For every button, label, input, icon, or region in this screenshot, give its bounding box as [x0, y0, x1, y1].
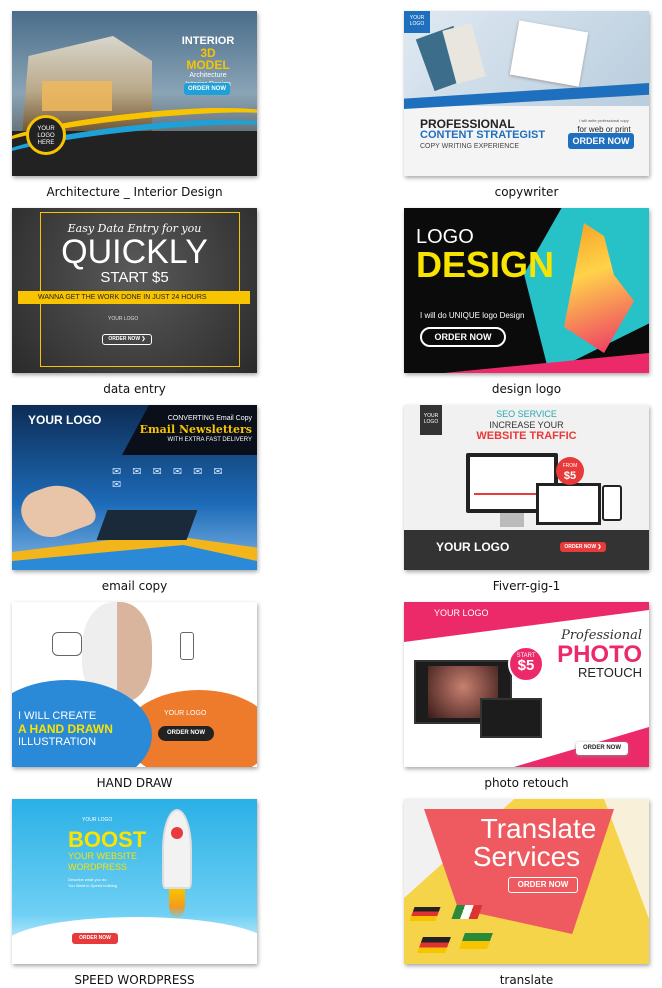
- thumb-order-button: ORDER NOW: [576, 742, 628, 755]
- file-item-design-logo[interactable]: LOGO DESIGN I will do UNIQUE logo Design…: [404, 208, 649, 396]
- file-name: email copy: [101, 579, 168, 593]
- thumbnail-translate: Translate Services ORDER NOW: [404, 799, 649, 964]
- flag-icon: [417, 937, 451, 953]
- thumb-line: WEBSITE TRAFFIC: [476, 430, 577, 442]
- cloud-shape: [12, 917, 257, 964]
- thumb-headline: Translate: [480, 813, 597, 844]
- thumbnail-design-logo: LOGO DESIGN I will do UNIQUE logo Design…: [404, 208, 649, 373]
- price-badge: FROM $5: [556, 457, 584, 485]
- envelope-icons: ✉ ✉ ✉ ✉ ✉ ✉ ✉: [112, 466, 227, 491]
- thumb-word: DESIGN: [416, 244, 555, 285]
- yellow-band: WANNA GET THE WORK DONE IN JUST 24 HOURS: [18, 291, 250, 304]
- thumb-small-text: I will write professional copy: [579, 118, 629, 123]
- file-item-hand-draw[interactable]: I WILL CREATE A HAND DRAWN ILLUSTRATION …: [12, 602, 257, 790]
- badge-price: $5: [517, 657, 535, 674]
- thumb-order-button: ORDER NOW: [184, 83, 230, 95]
- thumbnail-photo-retouch: YOUR LOGO START $5 Professional PHOTO RE…: [404, 602, 649, 767]
- thumb-line: RETOUCH: [577, 665, 642, 680]
- thumb-logo: YOUR LOGO: [28, 413, 102, 427]
- file-item-photo-retouch[interactable]: YOUR LOGO START $5 Professional PHOTO RE…: [404, 602, 649, 790]
- file-item-data-entry[interactable]: Easy Data Entry for you QUICKLY START $5…: [12, 208, 257, 396]
- phone-image: [602, 485, 622, 521]
- file-item-speed-wordpress[interactable]: YOUR LOGO BOOST YOUR WEBSITE WORDPRESS D…: [12, 799, 257, 987]
- thumbnail-fiverr-gig: YOUR LOGO SEO SERVICE INCREASE YOUR WEBS…: [404, 405, 649, 570]
- thumb-line: WITH EXTRA FAST DELIVERY: [167, 437, 252, 443]
- logo-text: HERE: [37, 140, 55, 146]
- thumb-logo: YOUR LOGO: [434, 608, 489, 618]
- thumbnail-email-copy: ✉ ✉ ✉ ✉ ✉ ✉ ✉ YOUR LOGO CONVERTING Email…: [12, 405, 257, 570]
- thumbnail-copywriter: YOUR LOGO PROFESSIONAL CONTENT STRATEGIS…: [404, 11, 649, 176]
- house-window: [42, 81, 112, 111]
- file-item-copywriter[interactable]: YOUR LOGO PROFESSIONAL CONTENT STRATEGIS…: [404, 11, 649, 199]
- file-name: Fiverr-gig-1: [492, 579, 561, 593]
- file-name: SPEED WORDPRESS: [74, 973, 195, 987]
- file-item-fiverr-gig[interactable]: YOUR LOGO SEO SERVICE INCREASE YOUR WEBS…: [404, 405, 649, 593]
- headline: CONTENT STRATEGIST: [420, 129, 546, 141]
- laptop-image: [480, 698, 542, 738]
- thumb-subtitle: I will do UNIQUE logo Design: [420, 311, 525, 320]
- flag-icon: [409, 907, 441, 921]
- thumb-logo: YOUR LOGO: [108, 316, 139, 322]
- thumb-line: PHOTO: [557, 641, 642, 668]
- laptop-image: [536, 483, 601, 525]
- thumb-order-button: ORDER NOW ❯: [560, 542, 606, 552]
- rocket-flame: [169, 889, 185, 919]
- file-name: Architecture _ Interior Design: [46, 185, 223, 199]
- file-item-architecture[interactable]: INTERIOR 3D MODEL Architecture Interior …: [12, 11, 257, 199]
- thumb-headline: QUICKLY: [61, 233, 208, 271]
- file-grid: INTERIOR 3D MODEL Architecture Interior …: [0, 0, 662, 988]
- phone-sketch: [180, 632, 194, 660]
- thumb-order-button: ORDER NOW ❯: [102, 334, 152, 345]
- file-name: copywriter: [494, 185, 559, 199]
- thumb-desc: You Want to Speed building: [68, 883, 118, 888]
- thumbnail-data-entry: Easy Data Entry for you QUICKLY START $5…: [12, 208, 257, 373]
- subheadline: COPY WRITING EXPERIENCE: [420, 143, 520, 150]
- logo-badge: YOUR LOGO: [404, 11, 430, 33]
- thumb-headline: BOOST: [68, 827, 147, 852]
- logo-text: LOGO: [409, 21, 425, 27]
- file-name: HAND DRAW: [96, 776, 173, 790]
- thumb-order-button: ORDER NOW: [158, 726, 214, 741]
- thumb-order-button: ORDER NOW: [72, 933, 118, 944]
- thumb-order-button: ORDER NOW: [568, 133, 634, 149]
- thumb-line: WORDPRESS: [68, 862, 128, 872]
- logo-text: LOGO: [37, 133, 55, 139]
- logo-text: YOUR: [37, 126, 55, 132]
- file-name: photo retouch: [484, 776, 569, 790]
- thumb-logo: YOUR LOGO: [82, 817, 113, 823]
- monitor-stand: [500, 513, 524, 527]
- flag-icon: [451, 905, 483, 919]
- file-name: design logo: [491, 382, 562, 396]
- thumbnail-speed-wordpress: YOUR LOGO BOOST YOUR WEBSITE WORDPRESS D…: [12, 799, 257, 964]
- file-item-translate[interactable]: Translate Services ORDER NOW translate: [404, 799, 649, 987]
- thumbnail-architecture: INTERIOR 3D MODEL Architecture Interior …: [12, 11, 257, 176]
- thumb-line: A HAND DRAWN: [18, 722, 113, 736]
- thumb-line: Email Newsletters: [139, 423, 252, 436]
- file-name: data entry: [103, 382, 166, 396]
- badge-price: $5: [563, 470, 577, 482]
- thumb-logo: YOUR LOGO: [164, 710, 207, 717]
- logo-circle: YOUR LOGO HERE: [26, 115, 66, 155]
- thumb-order-button: ORDER NOW: [508, 877, 578, 893]
- thumb-line: YOUR WEBSITE: [68, 851, 138, 861]
- thumb-price: START $5: [100, 269, 169, 286]
- hand-image: [15, 474, 99, 546]
- thumb-line: ILLUSTRATION: [18, 736, 97, 748]
- file-item-email-copy[interactable]: ✉ ✉ ✉ ✉ ✉ ✉ ✉ YOUR LOGO CONVERTING Email…: [12, 405, 257, 593]
- rocket-window: [171, 827, 183, 839]
- file-name: translate: [499, 973, 554, 987]
- hand-sketch: [52, 632, 82, 656]
- flag-icon: [459, 933, 493, 949]
- thumb-order-button: ORDER NOW: [420, 327, 506, 347]
- thumb-footer-logo: YOUR LOGO: [436, 540, 510, 554]
- thumb-line: SEO SERVICE: [496, 409, 557, 419]
- thumb-headline: Services: [472, 841, 581, 872]
- laptop-image: [96, 510, 198, 540]
- thumb-title-line2: 3D MODEL: [186, 46, 230, 72]
- price-badge: START $5: [508, 646, 544, 682]
- rocket-icon: [162, 809, 192, 889]
- paper-icon: [509, 20, 589, 87]
- thumbnail-hand-draw: I WILL CREATE A HAND DRAWN ILLUSTRATION …: [12, 602, 257, 767]
- thumb-sub1: Architecture: [189, 72, 227, 79]
